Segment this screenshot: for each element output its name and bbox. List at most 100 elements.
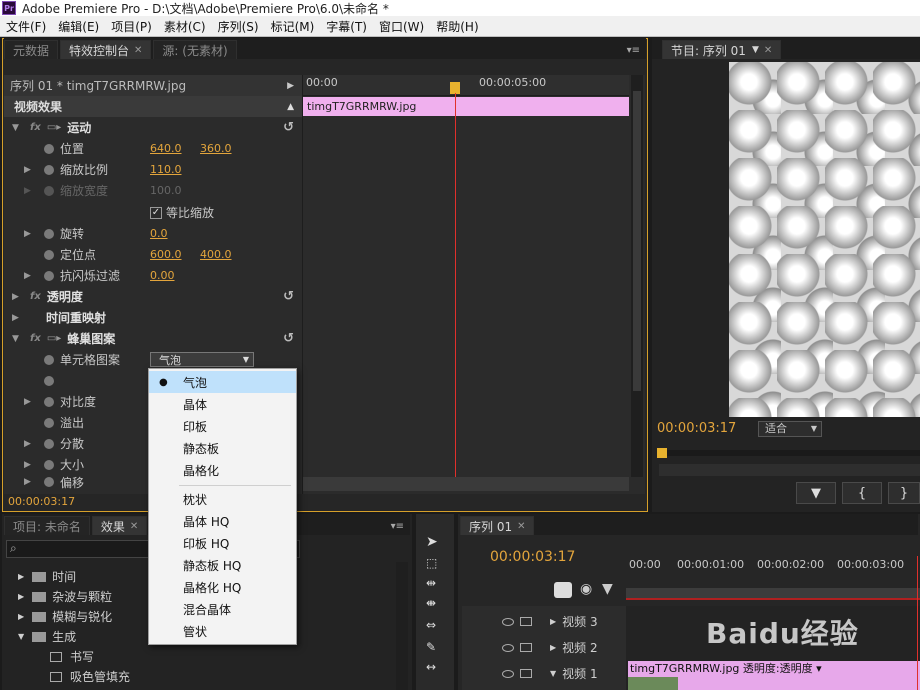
chevron-down-icon[interactable]: ▼ — [752, 45, 759, 55]
effect-cellpattern-row[interactable]: ▼ fx ▭▸ 蜂巢图案 ↺ — [4, 328, 302, 349]
expand-right-icon[interactable]: ▶ — [24, 439, 34, 449]
expand-right-icon[interactable]: ▶ — [12, 313, 22, 323]
tab-sequence[interactable]: 序列 01 ✕ — [460, 516, 535, 535]
expand-right-icon[interactable]: ▶ — [24, 460, 34, 470]
fx-icon[interactable]: fx — [30, 333, 41, 344]
mark-out-button[interactable]: } — [888, 482, 920, 504]
track-video2-header[interactable]: ▶ 视频 2 — [502, 635, 598, 660]
close-icon[interactable]: ✕ — [517, 521, 525, 532]
timeline-timecode[interactable]: 00:00:03:17 — [490, 549, 575, 565]
ec-clip-bar[interactable]: timgT7GRRMRW.jpg — [303, 97, 629, 116]
expand-right-icon[interactable]: ▶ — [24, 165, 34, 175]
cell-option-crystallize[interactable]: 晶格化 — [149, 459, 296, 481]
expand-right-icon[interactable]: ▶ — [12, 292, 22, 302]
ec-ruler[interactable]: 00:00 00:00:05:00 — [303, 75, 629, 96]
cell-option-crystals-hq[interactable]: 晶体 HQ — [149, 510, 296, 532]
cell-option-static-plates[interactable]: 静态板 — [149, 437, 296, 459]
eye-icon[interactable] — [502, 617, 514, 626]
close-icon[interactable]: ✕ — [130, 521, 138, 532]
tab-metadata[interactable]: 元数据 — [4, 40, 59, 59]
ec-vscroll[interactable] — [631, 75, 643, 477]
menu-window[interactable]: 窗口(W) — [373, 18, 430, 35]
cell-option-bubbles[interactable]: ● 气泡 — [149, 371, 296, 393]
close-icon[interactable]: ✕ — [134, 45, 142, 56]
cell-pattern-select[interactable]: 气泡 ▼ — [150, 352, 254, 367]
position-x-value[interactable]: 640.0 — [150, 142, 182, 155]
close-icon[interactable]: ✕ — [764, 45, 772, 56]
menu-marker[interactable]: 标记(M) — [265, 18, 321, 35]
anchor-x-value[interactable]: 600.0 — [150, 248, 182, 261]
tab-program[interactable]: 节目: 序列 01 ▼ ✕ — [662, 40, 782, 59]
work-area-bar[interactable] — [626, 588, 920, 600]
stopwatch-icon[interactable] — [44, 164, 54, 175]
stopwatch-icon[interactable] — [44, 438, 54, 449]
rate-stretch-tool-icon[interactable]: ⇔ — [426, 618, 436, 632]
expand-down-icon[interactable]: ▼ — [12, 334, 22, 344]
menu-sequence[interactable]: 序列(S) — [212, 18, 265, 35]
fx-icon[interactable]: fx — [30, 122, 41, 133]
film-icon[interactable] — [520, 617, 532, 626]
tab-project[interactable]: 项目: 未命名 — [4, 516, 90, 535]
snap-icon[interactable] — [554, 582, 572, 598]
expand-right-icon[interactable]: ▶ — [18, 592, 24, 601]
cell-option-static-plates-hq[interactable]: 静态板 HQ — [149, 554, 296, 576]
reset-icon[interactable]: ↺ — [283, 331, 294, 346]
ec-hscroll[interactable] — [303, 477, 629, 491]
track-select-tool-icon[interactable]: ⬚ — [426, 556, 437, 570]
expand-right-icon[interactable]: ▶ — [550, 617, 556, 626]
track-video1-header[interactable]: ▼ 视频 1 — [502, 661, 598, 686]
ripple-edit-tool-icon[interactable]: ⇹ — [426, 576, 436, 590]
expand-down-icon[interactable]: ▼ — [18, 632, 24, 641]
stopwatch-icon[interactable] — [44, 143, 54, 154]
stopwatch-icon[interactable] — [44, 249, 54, 260]
cell-option-crystals[interactable]: 晶体 — [149, 393, 296, 415]
menu-clip[interactable]: 素材(C) — [158, 18, 212, 35]
ec-timecode[interactable]: 00:00:03:17 — [8, 495, 75, 508]
menu-title[interactable]: 字幕(T) — [320, 18, 373, 35]
program-playhead[interactable] — [657, 448, 667, 458]
menu-project[interactable]: 项目(P) — [105, 18, 158, 35]
fit-select[interactable]: 适合 ▼ — [758, 421, 822, 437]
mark-in-button[interactable]: { — [842, 482, 882, 504]
expand-right-icon[interactable]: ▶ — [24, 397, 34, 407]
expand-right-icon[interactable]: ▶ — [24, 271, 34, 281]
tab-effects[interactable]: 效果 ✕ — [91, 516, 148, 535]
add-marker-button[interactable]: ▼ — [796, 482, 836, 504]
rotation-value[interactable]: 0.0 — [150, 227, 168, 240]
film-icon[interactable] — [520, 643, 532, 652]
timeline-clip[interactable]: timgT7GRRMRW.jpg 透明度:透明度 ▾ — [628, 661, 920, 677]
tree-item-eyedropper-fill[interactable]: 吸色管填充 — [50, 664, 130, 689]
collapse-up-icon[interactable]: ▲ — [287, 102, 294, 112]
razor-tool-icon[interactable]: ✎ — [426, 640, 436, 654]
expand-right-icon[interactable]: ▶ — [24, 477, 34, 487]
effect-motion-row[interactable]: ▼ fx ▭▸ 运动 ↺ — [4, 117, 302, 138]
program-timecode[interactable]: 00:00:03:17 — [657, 421, 736, 436]
menu-edit[interactable]: 编辑(E) — [52, 18, 105, 35]
effect-timeremap-row[interactable]: ▶ 时间重映射 — [4, 307, 302, 328]
cell-option-mixed-crystals[interactable]: 混合晶体 — [149, 598, 296, 620]
expand-right-icon[interactable]: ▶ — [18, 572, 24, 581]
cell-option-plates-hq[interactable]: 印板 HQ — [149, 532, 296, 554]
expand-right-icon[interactable]: ▶ — [24, 229, 34, 239]
stopwatch-icon[interactable] — [44, 459, 54, 470]
selection-tool-icon[interactable]: ➤ — [426, 534, 438, 550]
timeline-ruler[interactable]: 00:00 00:00:01:00 00:00:02:00 00:00:03:0… — [626, 556, 920, 584]
eye-icon[interactable] — [502, 643, 514, 652]
effects-vscroll[interactable] — [396, 562, 408, 690]
film-icon[interactable] — [520, 669, 532, 678]
antiflicker-value[interactable]: 0.00 — [150, 269, 175, 282]
clip-body[interactable] — [678, 677, 920, 690]
stopwatch-icon[interactable] — [44, 354, 54, 365]
program-scrub-bar[interactable] — [659, 464, 920, 476]
stopwatch-icon[interactable] — [44, 477, 54, 487]
panel-menu-icon[interactable]: ▾≡ — [391, 521, 404, 532]
play-arrow-icon[interactable]: ▶ — [287, 81, 294, 91]
stopwatch-icon[interactable] — [44, 396, 54, 407]
reset-icon[interactable]: ↺ — [283, 289, 294, 304]
cell-option-tubular[interactable]: 管状 — [149, 620, 296, 642]
menu-help[interactable]: 帮助(H) — [430, 18, 484, 35]
tab-effect-controls[interactable]: 特效控制台 ✕ — [60, 40, 152, 59]
stopwatch-icon[interactable] — [44, 417, 54, 428]
program-ruler[interactable] — [659, 450, 920, 456]
anchor-y-value[interactable]: 400.0 — [200, 248, 232, 261]
